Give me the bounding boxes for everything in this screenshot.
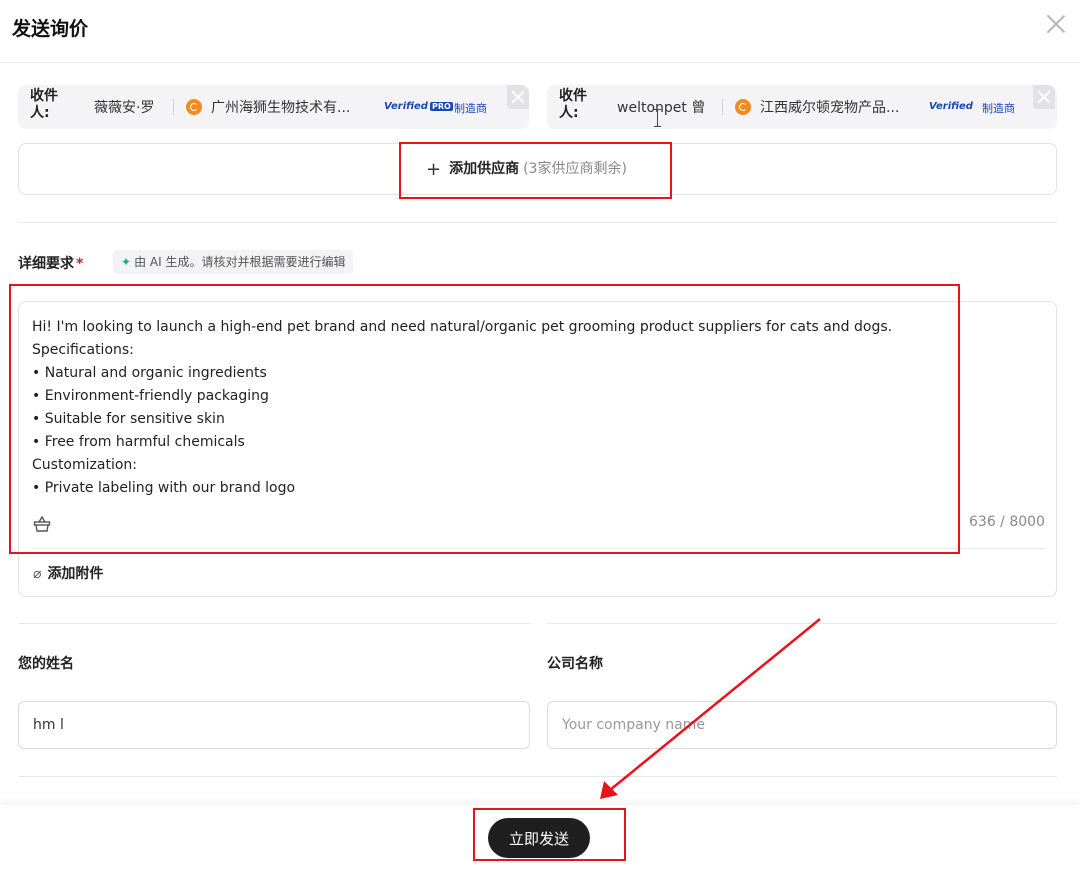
divider [18, 776, 1057, 777]
company-input[interactable] [547, 701, 1057, 749]
close-icon[interactable] [1044, 12, 1068, 36]
remove-recipient-icon[interactable] [507, 85, 529, 109]
company-logo-icon [186, 99, 202, 115]
sparkle-icon: ✦ [121, 255, 132, 269]
company-label: 公司名称 [547, 656, 603, 672]
header-divider [0, 62, 1080, 63]
divider [547, 623, 1057, 624]
recipient-name: weltonpet 曾 [617, 100, 706, 116]
divider [18, 623, 530, 624]
name-input[interactable] [18, 701, 530, 749]
manufacturer-tag: 制造商 [454, 102, 487, 115]
char-counter: 636 / 8000 [969, 514, 1045, 530]
ai-generated-tag: ✦ 由 AI 生成。请核对并根据需要进行编辑 [113, 250, 354, 274]
annotation-box [399, 142, 672, 199]
paperclip-icon: ⌀ [33, 566, 42, 582]
recipient-name: 薇薇安·罗 [94, 100, 155, 116]
recipient-chip: 收件人: weltonpet 曾 江西威尔顿宠物产品... Verified 制… [547, 85, 1057, 129]
dialog-title: 发送询价 [12, 18, 89, 40]
annotation-box [9, 284, 960, 554]
text-cursor-icon [654, 109, 661, 127]
recipient-company: 江西威尔顿宠物产品... [760, 100, 900, 116]
recipient-company: 广州海狮生物技术有... [211, 100, 351, 116]
add-attachment-button[interactable]: ⌀ 添加附件 [33, 563, 103, 583]
separator [173, 99, 174, 115]
verified-badge: Verified [929, 101, 973, 112]
recipient-chip: 收件人: 薇薇安·罗 广州海狮生物技术有... Verified PRO 制造商 [18, 85, 529, 129]
section-divider [18, 222, 1057, 223]
company-logo-icon [735, 99, 751, 115]
annotation-box [473, 808, 626, 861]
separator [722, 99, 723, 115]
recipient-label: 收件人: [559, 88, 587, 121]
verified-badge: Verified PRO [384, 101, 453, 112]
details-label: 详细要求 * [18, 256, 84, 272]
manufacturer-tag: 制造商 [982, 102, 1015, 115]
remove-recipient-icon[interactable] [1033, 85, 1055, 109]
recipient-label: 收件人: [30, 88, 58, 121]
name-label: 您的姓名 [18, 656, 74, 672]
